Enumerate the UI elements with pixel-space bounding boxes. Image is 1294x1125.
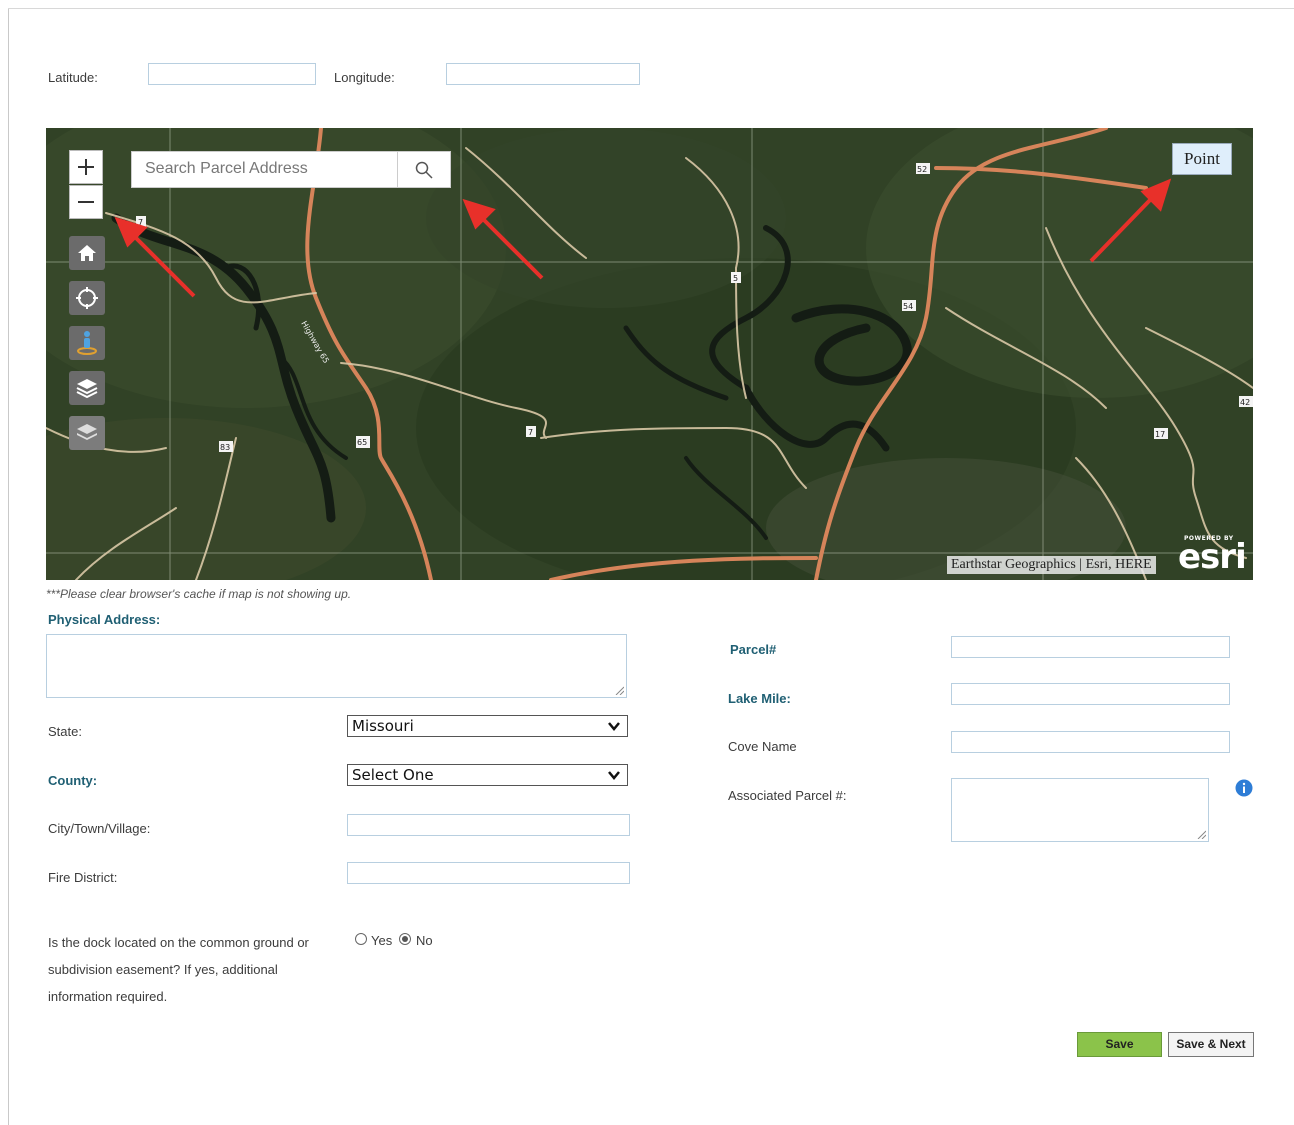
radio-no[interactable]: [399, 933, 411, 945]
physical-address-label: Physical Address:: [48, 612, 161, 627]
dock-question-line1: Is the dock located on the common ground…: [48, 935, 309, 950]
state-select[interactable]: Missouri: [347, 715, 628, 737]
dock-question-line2: subdivision easement? If yes, additional: [48, 962, 278, 977]
parcel-label: Parcel#: [730, 642, 777, 657]
annotation-arrows: [114, 178, 1172, 298]
resize-grip-icon[interactable]: [1196, 829, 1206, 839]
radio-no-label: No: [416, 933, 433, 948]
fire-district-input[interactable]: [347, 862, 630, 884]
county-label: County:: [48, 773, 98, 788]
latitude-label: Latitude:: [48, 70, 98, 85]
satellite-map[interactable]: 7 5 52 54 65 83 7 17 42 Highway 65 Searc…: [46, 128, 1253, 580]
county-selected-value: Select One: [352, 766, 434, 784]
cove-name-label: Cove Name: [728, 739, 797, 754]
dock-question-line3: information required.: [48, 989, 168, 1004]
cache-note: ***Please clear browser's cache if map i…: [46, 587, 352, 601]
resize-grip-icon[interactable]: [614, 685, 624, 695]
lake-mile-input[interactable]: [951, 683, 1230, 705]
physical-address-field[interactable]: [46, 634, 627, 698]
radio-yes[interactable]: [355, 933, 367, 945]
lake-mile-label: Lake Mile:: [728, 691, 791, 706]
longitude-input[interactable]: [446, 63, 640, 85]
parcel-input[interactable]: [951, 636, 1230, 658]
associated-parcel-field[interactable]: [951, 778, 1209, 842]
latitude-input[interactable]: [148, 63, 316, 85]
cove-name-input[interactable]: [951, 731, 1230, 753]
chevron-down-icon: [608, 722, 620, 731]
radio-yes-label: Yes: [371, 933, 393, 948]
longitude-label: Longitude:: [334, 70, 395, 85]
associated-parcel-label: Associated Parcel #:: [728, 788, 847, 803]
state-selected-value: Missouri: [352, 717, 414, 735]
city-input[interactable]: [347, 814, 630, 836]
state-label: State:: [48, 724, 82, 739]
save-button[interactable]: Save: [1077, 1032, 1162, 1057]
chevron-down-icon: [608, 771, 620, 780]
save-next-button[interactable]: Save & Next: [1168, 1032, 1254, 1057]
info-icon[interactable]: [1235, 779, 1253, 797]
map-attribution: Earthstar Geographics | Esri, HERE: [947, 556, 1156, 574]
fire-district-label: Fire District:: [48, 870, 118, 885]
county-select[interactable]: Select One: [347, 764, 628, 786]
page-frame-left: [8, 8, 9, 1125]
city-label: City/Town/Village:: [48, 821, 151, 836]
page-frame-top: [8, 8, 1294, 9]
